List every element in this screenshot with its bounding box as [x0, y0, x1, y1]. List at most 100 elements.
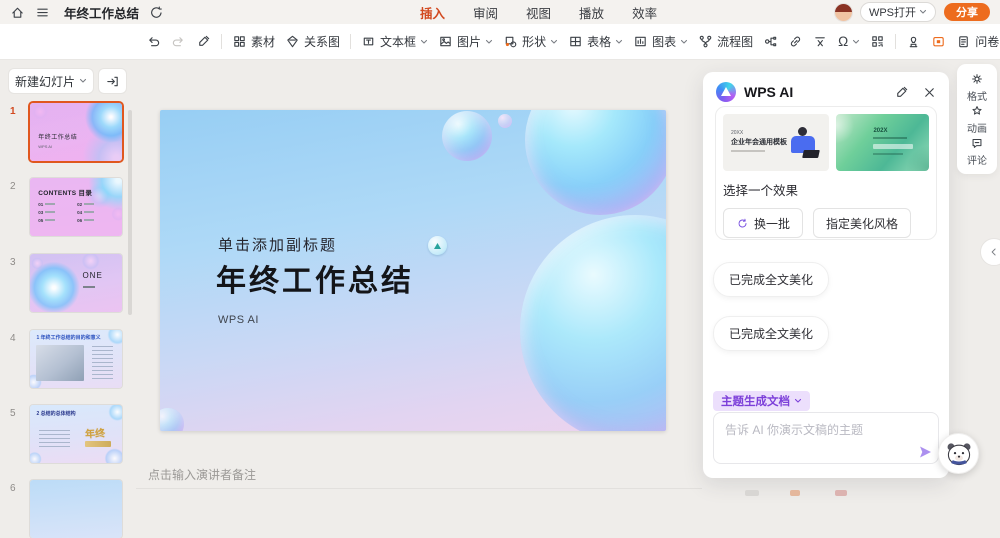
- stamp-icon[interactable]: [906, 34, 921, 49]
- wps-open-button[interactable]: WPS打开: [860, 2, 936, 22]
- thumbnail-heading: CONTENTS 目录: [38, 187, 92, 197]
- import-slide-button[interactable]: [98, 68, 127, 94]
- material-button[interactable]: 素材: [232, 33, 275, 50]
- rail-item-format[interactable]: 格式: [967, 72, 987, 103]
- illustration-person: [798, 127, 807, 136]
- rail-item-comment[interactable]: 评论: [967, 136, 987, 167]
- survey-button[interactable]: 问卷: [956, 33, 999, 50]
- slide-byline-text[interactable]: WPS AI: [218, 314, 259, 326]
- textbox-label: 文本框: [380, 33, 416, 50]
- image-button[interactable]: 图片: [438, 33, 493, 50]
- formula-icon[interactable]: [813, 34, 828, 49]
- chart-icon: [633, 34, 648, 49]
- thumbnail-textblock: [36, 426, 73, 450]
- user-avatar[interactable]: [835, 4, 852, 21]
- slide-panel-scrollbar[interactable]: [128, 110, 132, 315]
- thumbnail-decoration: [85, 441, 111, 447]
- format-painter-icon[interactable]: [196, 34, 211, 49]
- tab-play[interactable]: 播放: [579, 3, 604, 22]
- link-icon[interactable]: [788, 34, 803, 49]
- new-slide-button[interactable]: 新建幻灯片: [8, 68, 94, 94]
- ai-topic-input[interactable]: [713, 412, 939, 464]
- refresh-icon: [736, 217, 749, 230]
- thumbnail-decoration: [83, 286, 95, 288]
- material-label: 素材: [251, 33, 275, 50]
- send-icon[interactable]: [917, 444, 933, 460]
- toc-item: 04: [77, 210, 110, 215]
- slide-number: 4: [10, 333, 16, 344]
- chevron-down-icon: [919, 8, 927, 16]
- mode-chip-generate-doc[interactable]: 主题生成文档: [713, 391, 810, 411]
- slide-thumbnail-6[interactable]: [30, 480, 122, 538]
- toc-item: 01: [38, 202, 71, 207]
- material-icon: [232, 34, 247, 49]
- triangle-up-icon: [434, 243, 441, 249]
- tab-insert[interactable]: 插入: [420, 3, 445, 22]
- import-icon: [105, 74, 120, 89]
- tab-efficiency[interactable]: 效率: [632, 3, 657, 22]
- set-style-label: 指定美化风格: [826, 215, 898, 232]
- image-icon: [438, 34, 453, 49]
- template-thumbnail-right[interactable]: 202X: [836, 114, 929, 171]
- gear-icon: [970, 72, 984, 86]
- chevron-down-icon: [420, 38, 428, 46]
- bubble-decoration: [160, 408, 184, 431]
- toc-item: 06: [77, 218, 110, 223]
- textbox-button[interactable]: 文本框: [361, 33, 428, 50]
- template-year: 202X: [873, 128, 887, 134]
- refresh-batch-button[interactable]: 换一批: [723, 208, 803, 238]
- table-icon: [568, 34, 583, 49]
- ai-assistant-mascot[interactable]: [938, 433, 979, 474]
- thumbnail-subtitle: WPS AI: [38, 144, 52, 149]
- symbol-button[interactable]: Ω: [838, 35, 860, 49]
- set-style-button[interactable]: 指定美化风格: [813, 208, 911, 238]
- slide-thumbnail-4[interactable]: 1 年终工作总结的目的和意义: [30, 330, 122, 388]
- toolbar-divider: [895, 34, 896, 49]
- ai-beautify-bubble-icon[interactable]: [428, 236, 447, 255]
- share-button[interactable]: 分享: [944, 3, 990, 21]
- shape-button[interactable]: 形状: [503, 33, 558, 50]
- slide-thumbnail-5[interactable]: 2 总结的总体结构 年终: [30, 405, 122, 463]
- mindmap-icon[interactable]: [763, 34, 778, 49]
- slide-title-text[interactable]: 年终工作总结: [216, 256, 414, 300]
- ai-panel-title: WPS AI: [744, 84, 793, 100]
- flowchart-button[interactable]: 流程图: [698, 33, 753, 50]
- slide-subtitle-placeholder[interactable]: 单击添加副标题: [218, 234, 337, 255]
- ribbon-tabs: 插入 审阅 视图 播放 效率: [420, 0, 657, 24]
- qrcode-icon[interactable]: [870, 34, 885, 49]
- undo-button[interactable]: [146, 34, 161, 49]
- tab-view[interactable]: 视图: [526, 3, 551, 22]
- collapse-panel-button[interactable]: [980, 238, 1000, 266]
- template-decoration: [873, 144, 913, 149]
- rail-item-animation[interactable]: 动画: [967, 104, 987, 135]
- slide-canvas[interactable]: 单击添加副标题 年终工作总结 WPS AI: [160, 110, 666, 431]
- status-chip[interactable]: 已完成全文美化: [713, 262, 829, 297]
- new-slide-label: 新建幻灯片: [15, 73, 75, 90]
- home-icon[interactable]: [10, 5, 25, 20]
- slide-number: 2: [10, 181, 16, 192]
- wps-ai-logo-icon: [716, 82, 736, 102]
- chevron-down-icon: [550, 38, 558, 46]
- speaker-notes-placeholder[interactable]: 点击输入演讲者备注: [148, 466, 256, 483]
- menu-icon[interactable]: [35, 5, 50, 20]
- statusbar-fragment: [745, 490, 759, 496]
- slide-thumbnail-1[interactable]: 年终工作总结 WPS AI: [30, 103, 122, 161]
- slide-thumbnail-2[interactable]: CONTENTS 目录 01 02 03 04 05 06: [30, 178, 122, 236]
- redpacket-icon[interactable]: [931, 34, 946, 49]
- template-thumbnail-left[interactable]: 20XX 企业年会通用模板: [723, 114, 829, 171]
- sync-icon[interactable]: [149, 5, 164, 20]
- close-icon[interactable]: [922, 85, 937, 100]
- thumbnail-textblock: [89, 342, 117, 383]
- beautify-brush-icon[interactable]: [894, 85, 909, 100]
- table-button[interactable]: 表格: [568, 33, 623, 50]
- bubble-decoration: [525, 110, 666, 215]
- ai-panel-header: WPS AI: [716, 81, 937, 103]
- slide-thumbnail-3[interactable]: ONE: [30, 254, 122, 312]
- redo-button[interactable]: [171, 34, 186, 49]
- shape-icon: [503, 34, 518, 49]
- template-decoration: [873, 153, 903, 155]
- relation-diagram-button[interactable]: 关系图: [285, 33, 340, 50]
- chart-button[interactable]: 图表: [633, 33, 688, 50]
- status-chip[interactable]: 已完成全文美化: [713, 316, 829, 351]
- tab-review[interactable]: 审阅: [473, 3, 498, 22]
